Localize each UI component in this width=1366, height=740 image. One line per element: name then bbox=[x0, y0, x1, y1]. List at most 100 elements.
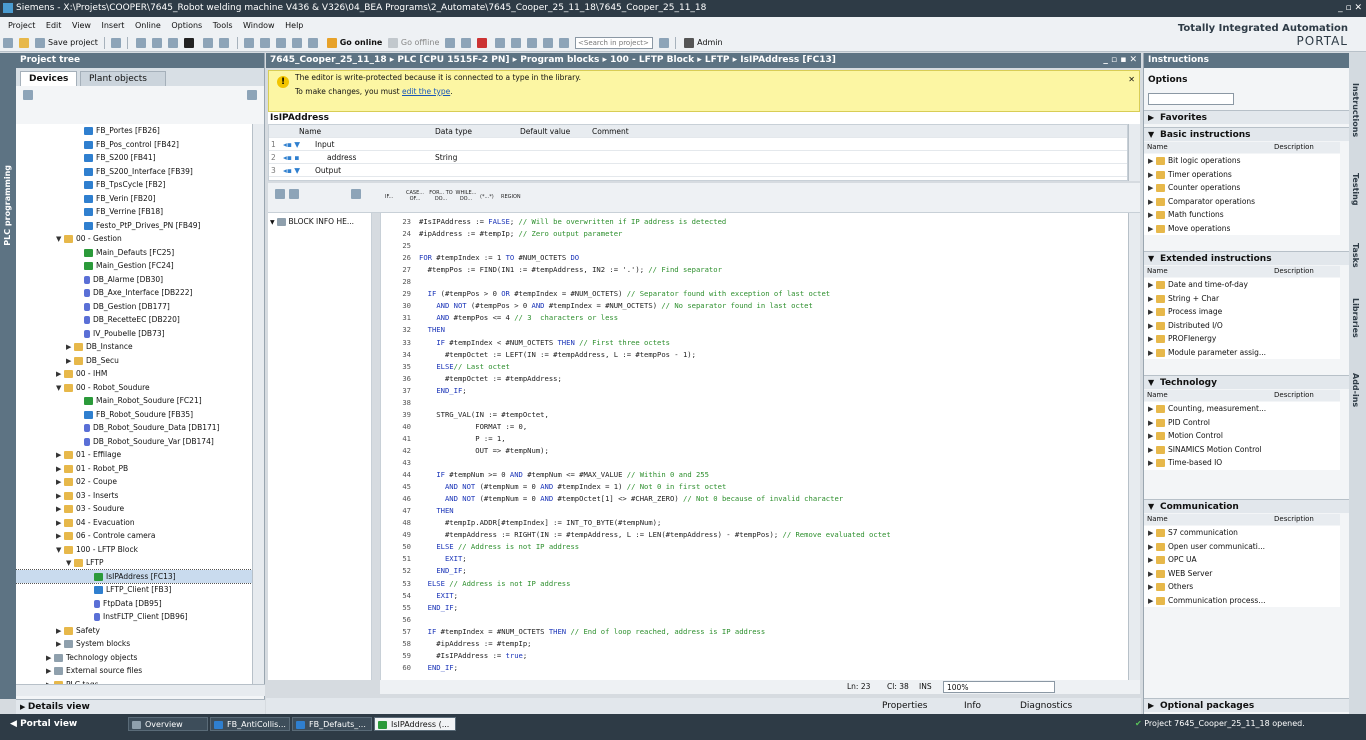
download-icon[interactable] bbox=[260, 38, 271, 48]
instruction-item[interactable]: ▶ OPC UA bbox=[1144, 553, 1340, 567]
expand-right-icon[interactable]: ▶ bbox=[1148, 279, 1156, 292]
tree-item[interactable]: LFTP_Client [FB3] bbox=[16, 583, 252, 597]
print-icon[interactable] bbox=[110, 38, 121, 48]
expand-right-icon[interactable]: ▶ bbox=[1148, 155, 1156, 168]
compile-icon[interactable] bbox=[244, 38, 255, 48]
basic-section-header[interactable]: ▼ Basic instructions bbox=[1144, 127, 1350, 141]
compare-icon[interactable] bbox=[543, 38, 554, 48]
expand-right-icon[interactable]: ▶ bbox=[1148, 527, 1156, 540]
code-line[interactable]: AND NOT (#tempNum = 0 AND #tempIndex = 1… bbox=[419, 481, 726, 493]
code-line[interactable]: IF (#tempPos > 0 OR #tempIndex = #NUM_OC… bbox=[419, 288, 830, 300]
tree-item[interactable]: ▶ 00 - IHM bbox=[16, 367, 252, 381]
expand-right-icon[interactable]: ▶ bbox=[1148, 196, 1156, 209]
instruction-item[interactable]: ▶ PROFIenergy bbox=[1144, 332, 1340, 346]
accessible-devices-icon[interactable] bbox=[444, 38, 455, 48]
tree-item[interactable]: ▶ DB_Instance bbox=[16, 340, 252, 354]
code-line[interactable]: END_IF; bbox=[419, 662, 458, 674]
new-project-icon[interactable] bbox=[3, 38, 13, 48]
search-go-icon[interactable] bbox=[658, 38, 669, 48]
insert-row-icon[interactable] bbox=[275, 189, 285, 199]
instruction-item[interactable]: ▶ WEB Server bbox=[1144, 566, 1340, 580]
expand-right-icon[interactable]: ▶ bbox=[1148, 333, 1156, 346]
technology-section-header[interactable]: ▼ Technology bbox=[1144, 375, 1350, 389]
expand-right-icon[interactable]: ▶ bbox=[1148, 293, 1156, 306]
code-line[interactable]: AND NOT (#tempNum = 0 AND #tempOctet[1] … bbox=[419, 493, 843, 505]
extended-section-header[interactable]: ▼ Extended instructions bbox=[1144, 251, 1350, 265]
expand-right-icon[interactable]: ▶ bbox=[56, 625, 64, 639]
tree-item[interactable]: ▶ 03 - Inserts bbox=[16, 489, 252, 503]
tree-item[interactable]: DB_RecetteEC [DB220] bbox=[16, 313, 252, 327]
tab-plant-objects[interactable]: Plant objects bbox=[80, 71, 166, 86]
window-controls[interactable]: _ ▫ ✕ bbox=[1338, 0, 1362, 17]
code-line[interactable]: FORMAT := 0, bbox=[419, 421, 527, 433]
menu-help[interactable]: Help bbox=[285, 21, 303, 30]
code-line[interactable]: IF #tempNum >= 0 AND #tempNum <= #MAX_VA… bbox=[419, 469, 709, 481]
simulation-icon[interactable] bbox=[292, 38, 303, 48]
tree-item[interactable]: ▼ 00 - Robot_Soudure bbox=[16, 381, 252, 395]
code-line[interactable]: #tempPos := FIND(IN1 := #tempAddress, IN… bbox=[419, 264, 722, 276]
expand-right-icon[interactable]: ▶ bbox=[1148, 169, 1156, 182]
code-line[interactable]: #IsIPAddress := true; bbox=[419, 650, 527, 662]
tree-item[interactable]: FB_Robot_Soudure [FB35] bbox=[16, 408, 252, 422]
while-button[interactable]: WHILE... DO... bbox=[454, 190, 478, 202]
code-line[interactable]: AND #tempPos <= 4 // 3 characters or les… bbox=[419, 312, 618, 324]
instruction-item[interactable]: ▶ Date and time-of-day bbox=[1144, 278, 1340, 292]
menu-edit[interactable]: Edit bbox=[46, 21, 62, 30]
rtab-libraries[interactable]: Libraries bbox=[1351, 298, 1360, 338]
interface-row[interactable]: 3 ◂▪ ▼ Output bbox=[269, 164, 1127, 177]
list-icon[interactable] bbox=[289, 189, 299, 199]
instruction-item[interactable]: ▶ Bit logic operations bbox=[1144, 154, 1340, 168]
start-cpu-icon[interactable] bbox=[460, 38, 471, 48]
rtab-addins[interactable]: Add-ins bbox=[1351, 373, 1360, 407]
instruction-search-input[interactable] bbox=[1148, 93, 1234, 105]
expand-right-icon[interactable]: ▶ bbox=[56, 449, 64, 463]
tree-item[interactable]: ▶ Safety bbox=[16, 624, 252, 638]
expand-right-icon[interactable]: ▶ bbox=[1148, 444, 1156, 457]
expand-right-icon[interactable]: ▶ bbox=[1148, 403, 1156, 416]
for-button[interactable]: FOR... TO DO... bbox=[429, 190, 453, 202]
instruction-item[interactable]: ▶ Process image bbox=[1144, 305, 1340, 319]
code-line[interactable]: AND NOT (#tempPos > 0 AND #tempIndex = #… bbox=[419, 300, 813, 312]
tree-item[interactable]: FB_S200_Interface [FB39] bbox=[16, 165, 252, 179]
cross-reference-icon[interactable] bbox=[495, 38, 506, 48]
instruction-item[interactable]: ▶ Timer operations bbox=[1144, 167, 1340, 182]
expand-right-icon[interactable]: ▶ bbox=[1148, 223, 1156, 236]
code-line[interactable]: STRG_VAL(IN := #tempOctet, bbox=[419, 409, 549, 421]
scl-code-editor[interactable]: 23 #IsIPAddress := FALSE; // Will be over… bbox=[380, 213, 1128, 680]
tree-item[interactable]: ▶ 03 - Soudure bbox=[16, 502, 252, 516]
tab-devices[interactable]: Devices bbox=[20, 71, 78, 86]
details-view-header[interactable]: ▶ Details view bbox=[16, 699, 265, 714]
tree-item[interactable]: ▶ 02 - Coupe bbox=[16, 475, 252, 489]
tree-item[interactable]: ▼ LFTP bbox=[16, 556, 252, 570]
code-line[interactable]: ELSE // Address is not IP address bbox=[419, 578, 571, 590]
expand-right-icon[interactable]: ▶ bbox=[1148, 554, 1156, 567]
communication-section-header[interactable]: ▼ Communication bbox=[1144, 499, 1350, 513]
portal-view-button[interactable]: ◀ Portal view bbox=[10, 714, 77, 734]
menu-online[interactable]: Online bbox=[135, 21, 161, 30]
expand-right-icon[interactable]: ▶ bbox=[1148, 595, 1156, 608]
code-line[interactable]: IF #tempIndex = #NUM_OCTETS THEN // End … bbox=[419, 626, 766, 638]
tree-item[interactable]: DB_Gestion [DB177] bbox=[16, 300, 252, 314]
tree-item[interactable]: ▶ External source files bbox=[16, 664, 252, 678]
go-online-button[interactable]: Go online bbox=[340, 38, 383, 47]
expand-down-icon[interactable]: ▼ bbox=[66, 557, 74, 571]
instruction-item[interactable]: ▶ Comparator operations bbox=[1144, 194, 1340, 209]
tree-item[interactable]: Main_Robot_Soudure [FC21] bbox=[16, 394, 252, 408]
tree-item[interactable]: ▶ DB_Secu bbox=[16, 354, 252, 368]
if-button[interactable]: IF... bbox=[385, 194, 393, 200]
save-icon[interactable] bbox=[35, 38, 45, 48]
go-offline-button[interactable]: Go offline bbox=[401, 38, 439, 47]
tree-item[interactable]: FB_Verrine [FB18] bbox=[16, 205, 252, 219]
code-line[interactable]: THEN bbox=[419, 505, 453, 517]
tree-item[interactable]: DB_Robot_Soudure_Data [DB171] bbox=[16, 421, 252, 435]
go-online-icon[interactable] bbox=[326, 38, 337, 48]
expand-right-icon[interactable]: ▶ bbox=[56, 490, 64, 504]
tree-overview-icon[interactable] bbox=[23, 90, 33, 100]
code-line[interactable]: EXIT; bbox=[419, 590, 458, 602]
tree-item[interactable]: FtpData [DB95] bbox=[16, 597, 252, 611]
project-search-input[interactable]: <Search in project> bbox=[575, 37, 654, 49]
tab-diagnostics[interactable]: Diagnostics bbox=[1006, 698, 1072, 714]
tree-item[interactable]: ▼ 00 - Gestion bbox=[16, 232, 252, 246]
expand-right-icon[interactable]: ▶ bbox=[56, 463, 64, 477]
code-line[interactable]: THEN bbox=[419, 324, 445, 336]
